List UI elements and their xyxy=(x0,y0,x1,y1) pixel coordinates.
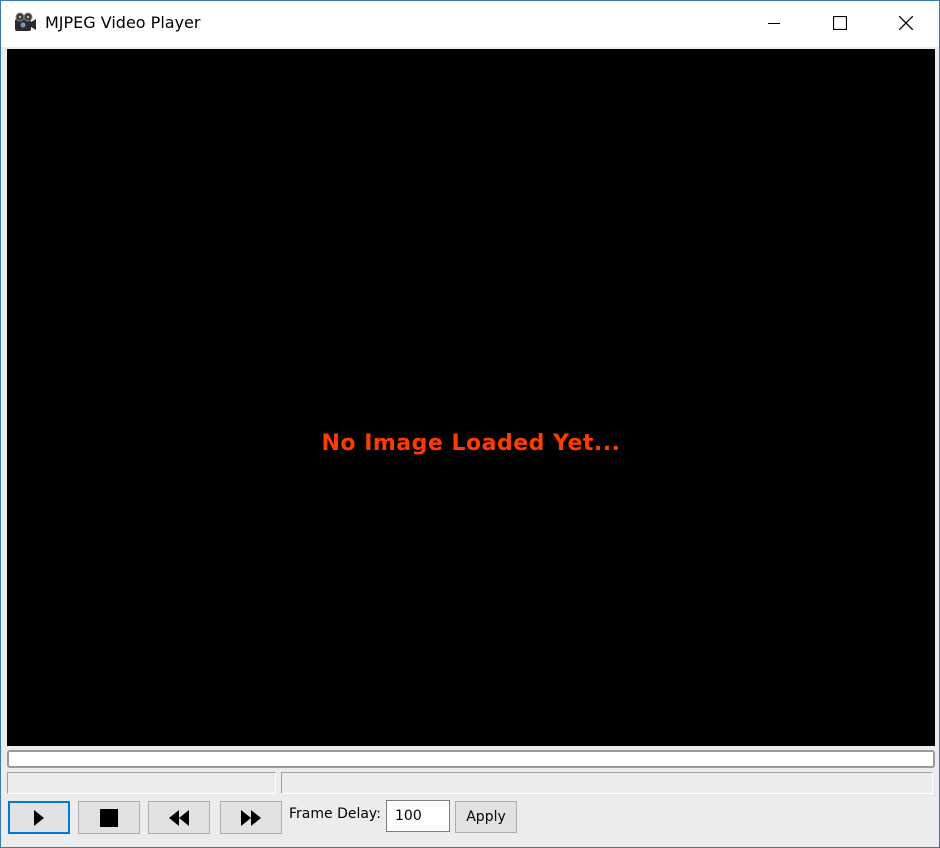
title-bar[interactable]: MJPEG Video Player xyxy=(1,1,939,47)
frame-delay-label: Frame Delay: xyxy=(289,806,381,822)
video-display: No Image Loaded Yet... xyxy=(7,49,935,746)
stop-icon xyxy=(100,808,118,827)
rewind-button[interactable] xyxy=(148,801,210,834)
window-title: MJPEG Video Player xyxy=(45,13,201,32)
play-button[interactable] xyxy=(8,801,70,834)
maximize-icon xyxy=(833,16,847,30)
no-image-message: No Image Loaded Yet... xyxy=(321,431,621,456)
minimize-icon xyxy=(768,23,780,24)
close-icon xyxy=(899,16,913,30)
frame-delay-input[interactable] xyxy=(386,800,450,832)
close-button[interactable] xyxy=(873,1,939,45)
playback-progress-bar[interactable] xyxy=(7,750,935,768)
apply-button[interactable]: Apply xyxy=(455,801,517,833)
app-window: MJPEG Video Player No Image Loaded Yet..… xyxy=(0,0,940,848)
status-panel-left xyxy=(7,772,276,794)
minimize-button[interactable] xyxy=(741,1,807,45)
status-panel-right xyxy=(281,772,933,794)
fast-forward-button[interactable] xyxy=(220,801,282,834)
fast-forward-icon xyxy=(241,809,261,826)
play-icon xyxy=(34,809,44,826)
rewind-icon xyxy=(169,809,189,826)
camera-reel-icon xyxy=(15,12,36,31)
maximize-button[interactable] xyxy=(807,1,873,45)
stop-button[interactable] xyxy=(78,801,140,834)
